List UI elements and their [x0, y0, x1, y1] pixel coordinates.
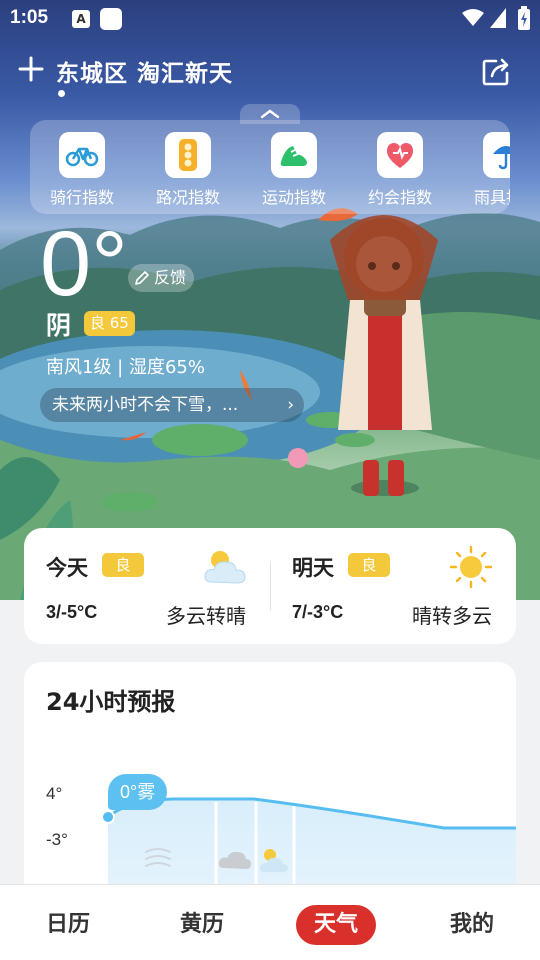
index-item-sport[interactable]: 运动指数 — [248, 132, 340, 208]
index-item-cycling[interactable]: 骑行指数 — [36, 132, 128, 208]
tab-almanac[interactable]: 黄历 — [162, 905, 242, 945]
rain-forecast-text: 未来两小时不会下雪，... — [52, 395, 239, 415]
add-city-icon[interactable] — [18, 56, 44, 82]
aqi-badge[interactable]: 良 65 — [84, 311, 135, 336]
day-name: 明天 — [292, 556, 334, 580]
partly-cloudy-icon — [204, 551, 246, 584]
rain-forecast-banner[interactable]: 未来两小时不会下雪，... › — [40, 388, 304, 422]
sunny-icon — [449, 546, 493, 588]
heart-icon — [386, 143, 414, 168]
bike-icon — [65, 147, 99, 167]
status-bar: 1:05 A — [0, 0, 540, 38]
y-axis-min-label: -3° — [46, 830, 68, 849]
location-title[interactable]: 东城区 淘汇新天 — [56, 54, 233, 88]
status-time: 1:05 — [10, 7, 49, 28]
life-index-strip: 骑行指数 路况指数 运动指数 约会指数 雨具指数 — [30, 120, 510, 214]
current-temperature: 0° — [40, 213, 128, 315]
page-indicator-dot — [58, 90, 65, 97]
pencil-icon — [135, 271, 149, 285]
feedback-label: 反馈 — [154, 268, 187, 287]
tab-mine[interactable]: 我的 — [432, 905, 512, 945]
weather-text: 晴转多云 — [412, 604, 492, 628]
chevron-right-icon: › — [287, 395, 294, 415]
weather-text: 多云转晴 — [166, 604, 246, 628]
index-item-dating[interactable]: 约会指数 — [354, 132, 446, 208]
index-item-traffic[interactable]: 路况指数 — [142, 132, 234, 208]
tab-weather[interactable]: 天气 — [296, 905, 376, 945]
day-name: 今天 — [46, 556, 88, 580]
traffic-light-icon — [179, 139, 197, 171]
index-label: 路况指数 — [155, 188, 220, 207]
index-label: 约会指数 — [367, 188, 432, 207]
tab-calendar[interactable]: 日历 — [28, 905, 108, 945]
wifi-icon — [462, 9, 484, 26]
air-quality-badge: 良 — [348, 553, 390, 577]
running-shoe-icon — [280, 146, 307, 166]
weather-condition: 阴 — [46, 311, 72, 340]
tomorrow-summary[interactable]: 明天 良 7/-3°C 晴转多云 — [270, 528, 516, 644]
signal-icon — [490, 8, 506, 28]
index-label: 运动指数 — [261, 188, 326, 207]
feedback-button[interactable]: 反馈 — [128, 264, 195, 292]
y-axis-max-label: 4° — [46, 784, 63, 803]
temp-range: 7/-3°C — [292, 602, 344, 622]
index-item-rain-gear[interactable]: 雨具指数 — [460, 132, 510, 208]
notification-square-icon — [100, 8, 122, 30]
today-summary[interactable]: 今天 良 3/-5°C 多云转晴 — [24, 528, 270, 644]
battery-icon — [518, 6, 530, 30]
bottom-navigation: 日历 黄历 天气 我的 — [0, 884, 540, 960]
share-icon[interactable] — [480, 56, 512, 88]
air-quality-badge: 良 — [102, 553, 144, 577]
wind-humidity: 南风1级 | 湿度65% — [46, 357, 205, 378]
index-label: 雨具指数 — [473, 188, 510, 207]
current-hour-bubble: 0°雾 — [108, 774, 168, 810]
temp-range: 3/-5°C — [46, 602, 98, 622]
umbrella-icon — [493, 146, 510, 170]
index-label: 骑行指数 — [49, 188, 114, 207]
daily-summary-card[interactable]: 今天 良 3/-5°C 多云转晴 明天 良 7/-3°C 晴转多云 — [24, 528, 516, 644]
current-hour-dot — [101, 810, 115, 824]
notification-a-icon: A — [72, 10, 90, 28]
